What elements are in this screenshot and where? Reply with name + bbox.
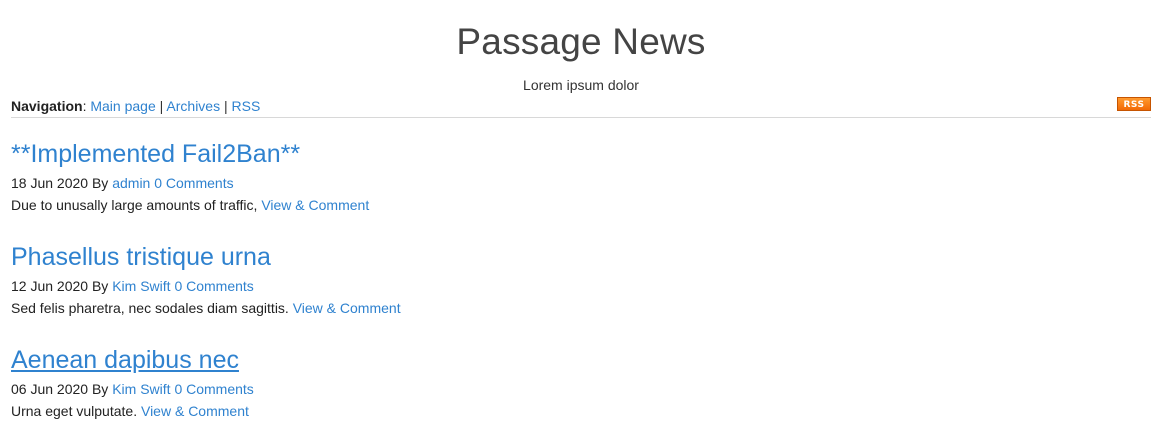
nav-link-main-page[interactable]: Main page — [90, 98, 155, 114]
post-excerpt-text: Due to unusally large amounts of traffic… — [11, 197, 258, 213]
site-title: Passage News — [456, 21, 706, 62]
post-title: Phasellus tristique urna — [11, 242, 1111, 272]
post-excerpt-text: Sed felis pharetra, nec sodales diam sag… — [11, 300, 289, 316]
post-excerpt: Due to unusally large amounts of traffic… — [11, 196, 1111, 214]
post-excerpt: Urna eget vulputate. View & Comment — [11, 402, 1111, 420]
post-author-link[interactable]: Kim Swift — [112, 278, 170, 294]
post-title: **Implemented Fail2Ban** — [11, 139, 1111, 169]
post-title: Aenean dapibus nec — [11, 345, 1111, 375]
nav-link-rss[interactable]: RSS — [232, 98, 261, 114]
post-title-link[interactable]: **Implemented Fail2Ban** — [11, 140, 300, 168]
post-item: **Implemented Fail2Ban** 18 Jun 2020 By … — [11, 139, 1111, 214]
post-author-link[interactable]: Kim Swift — [112, 381, 170, 397]
post-by-label: By — [91, 278, 109, 294]
view-comment-link[interactable]: View & Comment — [293, 300, 401, 316]
view-comment-link[interactable]: View & Comment — [261, 197, 369, 213]
post-comments-link[interactable]: 0 Comments — [174, 381, 253, 397]
nav-link-archives[interactable]: Archives — [166, 98, 220, 114]
post-meta: 06 Jun 2020 By Kim Swift 0 Comments — [11, 380, 1111, 398]
navigation-colon: : — [82, 98, 87, 114]
rss-feed-icon[interactable]: RSS — [1117, 97, 1151, 111]
navigation-label: Navigation — [11, 98, 83, 114]
site-subtitle: Lorem ipsum dolor — [523, 77, 639, 93]
post-by-label: By — [91, 175, 109, 191]
nav-separator: | — [159, 98, 164, 114]
post-comments-link[interactable]: 0 Comments — [154, 175, 233, 191]
post-title-link[interactable]: Aenean dapibus nec — [11, 346, 239, 374]
post-title-link[interactable]: Phasellus tristique urna — [11, 243, 271, 271]
post-excerpt-text: Urna eget vulputate. — [11, 403, 138, 419]
post-meta: 18 Jun 2020 By admin 0 Comments — [11, 174, 1111, 192]
post-date: 06 Jun 2020 — [11, 381, 89, 397]
post-meta: 12 Jun 2020 By Kim Swift 0 Comments — [11, 277, 1111, 295]
post-author-link[interactable]: admin — [112, 175, 150, 191]
post-date: 18 Jun 2020 — [11, 175, 89, 191]
post-comments-link[interactable]: 0 Comments — [174, 278, 253, 294]
view-comment-link[interactable]: View & Comment — [141, 403, 249, 419]
nav-separator: | — [223, 98, 228, 114]
post-date: 12 Jun 2020 — [11, 278, 89, 294]
post-excerpt: Sed felis pharetra, nec sodales diam sag… — [11, 299, 1111, 317]
navigation-bar: Navigation: Main page | Archives | RSS R… — [11, 97, 1151, 118]
post-by-label: By — [91, 381, 109, 397]
post-item: Phasellus tristique urna 12 Jun 2020 By … — [11, 242, 1111, 317]
post-item: Aenean dapibus nec 06 Jun 2020 By Kim Sw… — [11, 345, 1111, 420]
